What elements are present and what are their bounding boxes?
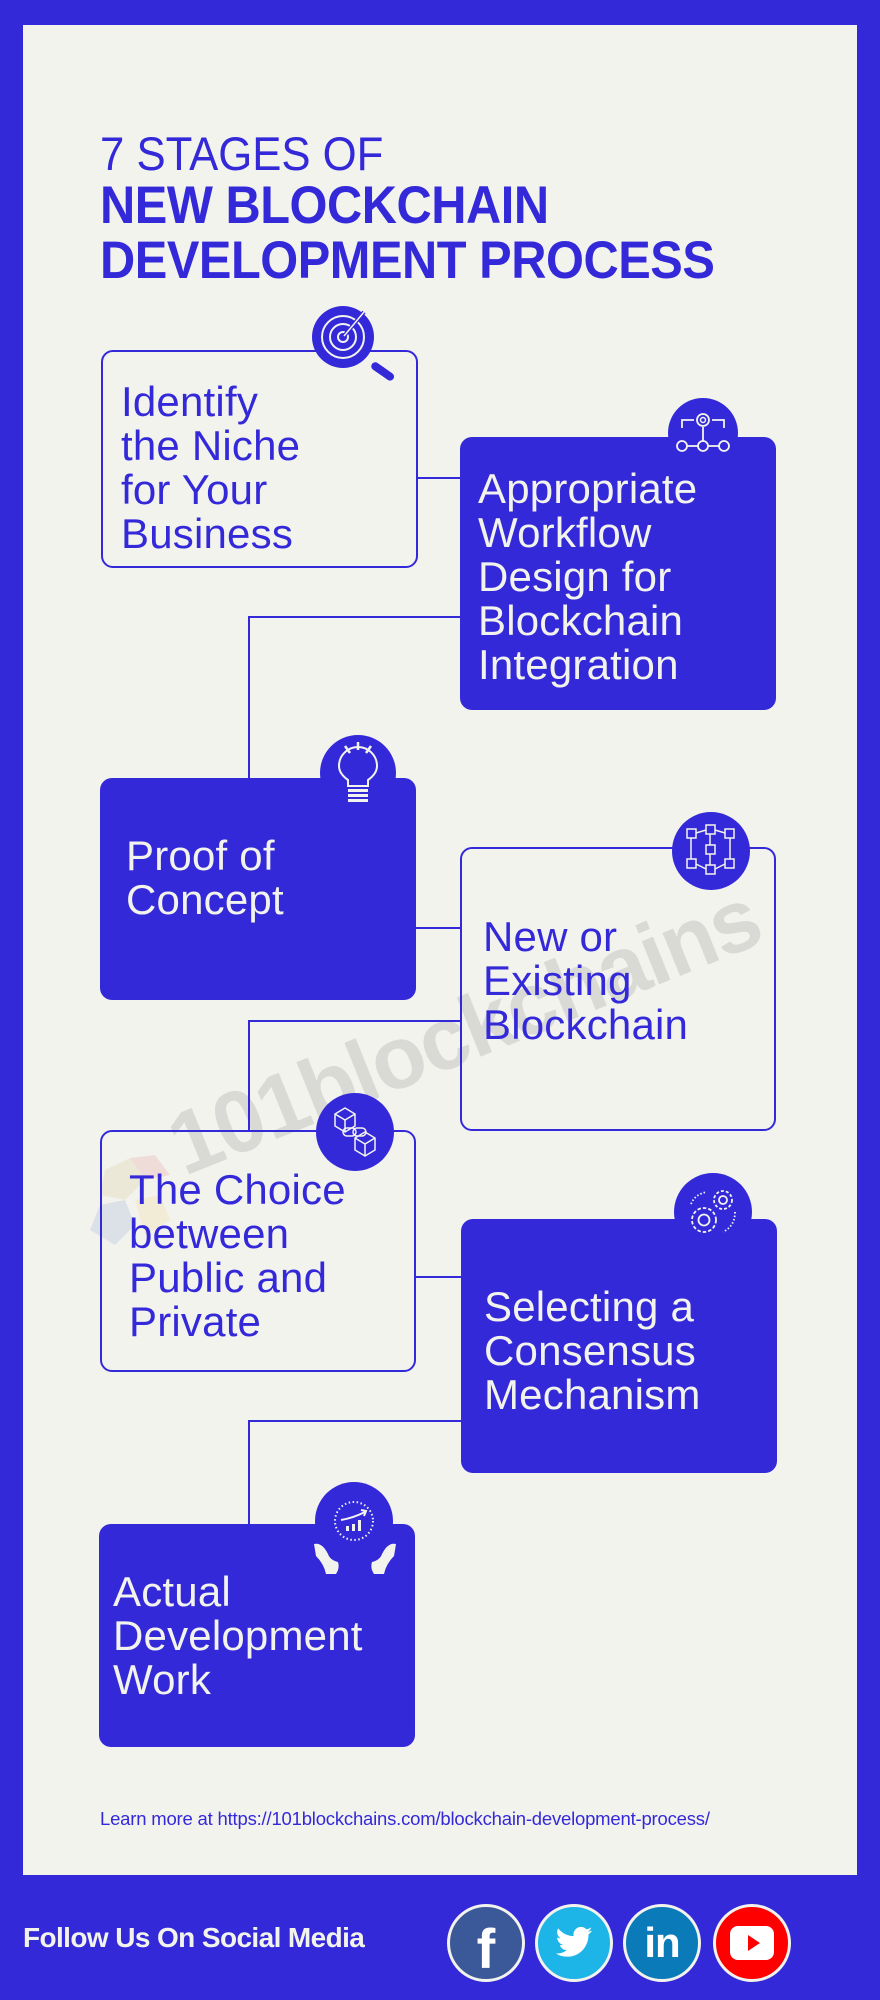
stage-4-card: New or Existing Blockchain xyxy=(460,847,776,1131)
hands-icon xyxy=(314,1543,396,1574)
title-line-1: 7 STAGES OF xyxy=(100,127,384,180)
stage-5-label: The Choice between Public and Private xyxy=(129,1166,346,1345)
connector-2-3-h xyxy=(248,616,461,618)
stage-6-label: Selecting a Consensus Mechanism xyxy=(484,1283,701,1418)
connector-4-5-v xyxy=(248,1020,250,1132)
facebook-button[interactable]: f xyxy=(447,1904,525,1982)
youtube-button[interactable] xyxy=(713,1904,791,1982)
linkedin-icon: in xyxy=(644,1919,680,1966)
twitter-button[interactable] xyxy=(535,1904,613,1982)
connector-4-5-h xyxy=(248,1020,461,1022)
learn-more-link[interactable]: Learn more at https://101blockchains.com… xyxy=(100,1808,710,1830)
lightbulb-icon xyxy=(320,735,396,811)
connector-3-4 xyxy=(415,927,461,929)
stage-2-card: Appropriate Workflow Design for Blockcha… xyxy=(460,437,776,710)
stage-1-card: Identify the Niche for Your Business xyxy=(101,350,418,568)
follow-us-heading: Follow Us On Social Media xyxy=(23,1922,365,1953)
stage-3-card: Proof of Concept xyxy=(100,778,416,1000)
stage-6-card: Selecting a Consensus Mechanism xyxy=(461,1219,777,1473)
stage-4-label: New or Existing Blockchain xyxy=(483,913,689,1048)
target-search-icon xyxy=(312,306,374,368)
connector-2-3-v xyxy=(248,616,250,780)
connector-6-7-h xyxy=(248,1420,461,1422)
stage-7-label: Actual Development Work xyxy=(113,1568,363,1703)
facebook-icon: f xyxy=(476,1917,496,1980)
twitter-icon xyxy=(555,1926,593,1957)
connector-5-6 xyxy=(416,1276,461,1278)
stage-3-label: Proof of Concept xyxy=(126,832,284,923)
connector-6-7-v xyxy=(248,1420,250,1526)
workflow-gear-icon xyxy=(668,398,738,468)
linked-blocks-icon xyxy=(316,1093,394,1171)
stage-2-label: Appropriate Workflow Design for Blockcha… xyxy=(478,465,698,688)
connector-1-2 xyxy=(417,477,462,479)
gears-cycle-icon xyxy=(674,1173,752,1251)
page-title: 7 STAGES OF NEW BLOCKCHAIN DEVELOPMENT P… xyxy=(100,130,768,287)
blockchain-network-icon xyxy=(672,812,750,890)
title-line-2: NEW BLOCKCHAIN xyxy=(100,176,549,235)
linkedin-button[interactable]: in xyxy=(623,1904,701,1982)
youtube-icon xyxy=(730,1926,774,1960)
title-line-3: DEVELOPMENT PROCESS xyxy=(100,231,715,290)
stage-1-label: Identify the Niche for Your Business xyxy=(121,378,301,557)
